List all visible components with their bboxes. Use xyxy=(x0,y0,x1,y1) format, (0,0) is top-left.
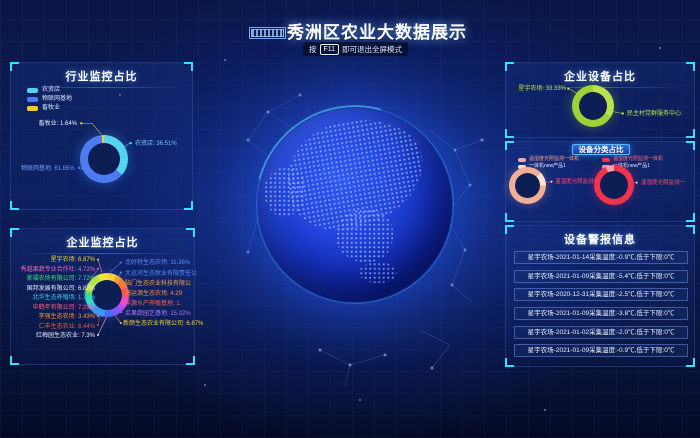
header-logo-mark xyxy=(251,29,284,37)
callout-service-center: 民主村党群服务中心: xyxy=(627,111,683,117)
fullscreen-hint: 按 F11 即可退出全屏模式 xyxy=(303,42,408,56)
corner-bracket xyxy=(686,358,695,367)
corner-bracket xyxy=(505,62,514,71)
continent-south xyxy=(336,209,393,262)
legend-item[interactable]: 畜牧业 xyxy=(27,105,72,111)
corner-bracket xyxy=(505,213,514,222)
legend-swatch xyxy=(27,97,38,102)
corner-bracket xyxy=(686,62,695,71)
globe xyxy=(258,108,452,302)
hint-suffix: 即可退出全屏模式 xyxy=(342,44,402,55)
legend-item[interactable]: 温湿度光照监测一体机 xyxy=(518,157,579,162)
dashboard: 秀洲区农业大数据展示 按 F11 即可退出全屏模式 行业监控占比 农资店 物联网… xyxy=(0,0,700,438)
alarm-row: 星宇农场-2021-01-02采集温度:-2.0℃,低于下限:0℃ xyxy=(514,326,688,339)
panel-device-classification: 设备分类占比 温湿度光照监测一体机 一体机new产品1 温湿度光照监测一体机 一… xyxy=(505,141,695,222)
legend-swatch xyxy=(27,106,38,111)
corner-bracket xyxy=(10,201,19,210)
donut-hole xyxy=(579,92,607,120)
industry-donut-chart[interactable] xyxy=(80,135,128,183)
callout-iot-base: 物联网基地: 61.85% xyxy=(21,166,75,172)
ent-label-right: 瓜果蔬园艺基地: 15.02% xyxy=(125,311,191,317)
corner-bracket xyxy=(505,129,514,138)
divider xyxy=(21,253,184,254)
corner-bracket xyxy=(184,201,193,210)
alarm-row: 星宇农场-2020-12-31采集温度:-2.5℃,低于下限:0℃ xyxy=(514,288,688,301)
alarm-row: 星宇农场-2021-01-09采集温度:-5.4℃,低于下限:0℃ xyxy=(514,270,688,283)
donut-hole xyxy=(600,171,628,199)
corner-bracket xyxy=(186,228,195,237)
corner-bracket xyxy=(10,356,19,365)
panel-title-device-class: 设备分类占比 xyxy=(572,144,630,155)
ent-label-right: 北好特生态农场: 11.36% xyxy=(125,260,190,266)
continent-west xyxy=(264,167,306,216)
panel-title-equipment: 企业设备占比 xyxy=(506,68,694,84)
ent-label-left: 秀越果蔬专业合作社: 4.72% xyxy=(21,267,95,273)
ent-label-left: 仁丰生态农业: 6.44% xyxy=(39,324,95,330)
ent-label-left: 李强生态农场: 3.43% xyxy=(39,314,95,320)
device-left-donut-chart[interactable] xyxy=(509,167,546,204)
ent-label-left: 红梅园生态农业: 7.3% xyxy=(36,333,95,339)
corner-bracket xyxy=(686,129,695,138)
legend-item[interactable]: 农资店 xyxy=(27,87,72,93)
corner-bracket xyxy=(10,228,19,237)
alarm-row: 星宇农场-2021-01-14采集温度:-0.9℃,低于下限:0℃ xyxy=(514,251,688,264)
panel-device-alarms: 设备警报信息 星宇农场-2021-01-14采集温度:-0.9℃,低于下限:0℃… xyxy=(505,225,695,367)
callout-agristore: 农资店: 36.51% xyxy=(135,141,177,147)
legend-label: 物联网基地 xyxy=(42,96,72,102)
device-left-callout: 温湿度光照监测一 xyxy=(555,179,599,185)
panel-title-industry: 行业监控占比 xyxy=(11,68,192,84)
ent-label-right: 新颜生态农业有限公司: 6.87% xyxy=(123,321,203,327)
legend-label: 畜牧业 xyxy=(42,105,60,111)
panel-enterprise-equipment: 企业设备占比 星宇农场: 33.33% 民主村党群服务中心: xyxy=(505,62,695,138)
panel-title-alarms: 设备警报信息 xyxy=(506,231,694,247)
legend-swatch xyxy=(518,158,526,162)
corner-bracket xyxy=(686,141,695,150)
ent-label-right: 大运河生态牧业有限责任公 xyxy=(125,271,197,277)
ent-label-left: 北华生态养殖场: 1.72% xyxy=(33,295,95,301)
ent-label-left: 中鹤年有限公司: 7.29% xyxy=(33,305,95,311)
equipment-donut-chart[interactable] xyxy=(572,85,614,127)
corner-bracket xyxy=(505,141,514,150)
continent-dots xyxy=(260,110,450,300)
corner-bracket xyxy=(10,62,19,71)
legend-item[interactable]: 温湿度光照监测一体机 xyxy=(602,157,663,162)
donut-hole xyxy=(88,143,120,175)
ent-label-right: 丰源水产养殖基地: 1. xyxy=(125,301,181,307)
panel-industry-monitor: 行业监控占比 农资店 物联网基地 畜牧业 畜牧业: 1.64% 农资店: 36.… xyxy=(10,62,193,210)
ent-label-right: 陆门生态农业科技有限公 xyxy=(125,281,191,287)
continent-islands xyxy=(359,262,397,283)
corner-bracket xyxy=(184,62,193,71)
corner-bracket xyxy=(505,358,514,367)
page-title: 秀洲区农业大数据展示 xyxy=(287,18,467,43)
donut-hole xyxy=(515,173,540,198)
corner-bracket xyxy=(505,225,514,234)
alarm-row: 星宇农场-2021-01-09采集温度:-3.8℃,低于下限:0℃ xyxy=(514,307,688,320)
callout-livestock: 畜牧业: 1.64% xyxy=(39,121,77,127)
ent-label-left: 星宇农场: 6.87% xyxy=(51,257,95,263)
donut-hole xyxy=(92,280,122,310)
corner-bracket xyxy=(686,213,695,222)
legend-label: 农资店 xyxy=(42,87,60,93)
legend-swatch xyxy=(27,88,38,93)
panel-enterprise-monitor: 企业监控占比 xyxy=(10,228,195,365)
continent-asia xyxy=(278,110,431,239)
corner-bracket xyxy=(186,356,195,365)
ent-label-left: 家福农场有限公司: 7.72% xyxy=(27,276,95,282)
f11-key: F11 xyxy=(320,44,340,55)
alarm-row: 星宇农场-2021-01-09采集温度:-0.9℃,低于下限:0℃ xyxy=(514,344,688,357)
callout-xingyu-farm: 星宇农场: 33.33% xyxy=(518,86,566,92)
panel-title-enterprise: 企业监控占比 xyxy=(11,234,194,250)
corner-bracket xyxy=(686,225,695,234)
device-right-callout: 温湿度光照监测一 xyxy=(641,180,685,186)
device-right-donut-chart[interactable] xyxy=(594,165,634,205)
ent-label-left: 国邦发展有限公司: 6.87% xyxy=(27,286,95,292)
header-logo xyxy=(249,27,286,39)
legend-label: 温湿度光照监测一体机 xyxy=(613,157,663,162)
ent-label-right: 鸿运源生态农场: 4.29 xyxy=(125,291,182,297)
legend-label: 温湿度光照监测一体机 xyxy=(529,157,579,162)
industry-legend: 农资店 物联网基地 畜牧业 xyxy=(27,87,72,114)
hint-prefix: 按 xyxy=(309,44,317,55)
legend-item[interactable]: 物联网基地 xyxy=(27,96,72,102)
legend-swatch xyxy=(602,158,610,162)
